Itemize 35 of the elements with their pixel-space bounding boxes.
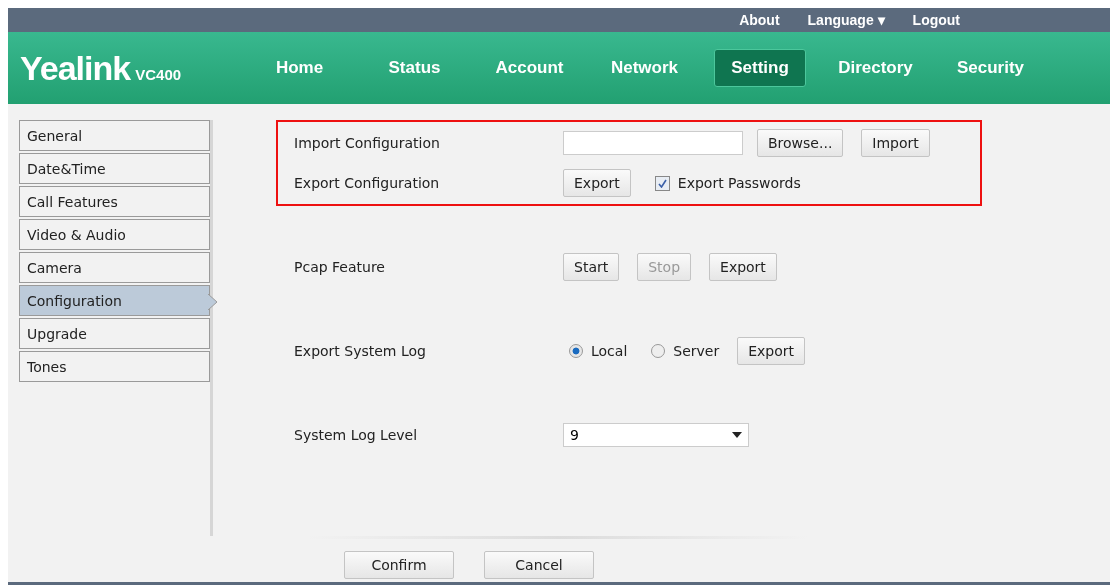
top-link[interactable]: About xyxy=(739,12,780,28)
pointer-icon xyxy=(208,294,218,310)
checkbox-label: Export Passwords xyxy=(677,175,801,191)
radio-label: Local xyxy=(591,343,628,359)
setting-label: Export Configuration xyxy=(294,175,441,191)
action-button[interactable]: Import xyxy=(861,129,930,157)
action-button[interactable]: Export xyxy=(709,253,777,281)
sidebar-item[interactable]: Tones xyxy=(19,351,210,382)
footer-button[interactable]: Cancel xyxy=(484,551,594,579)
setting-label: Pcap Feature xyxy=(294,259,386,275)
top-link[interactable]: Logout xyxy=(912,12,960,28)
checkbox[interactable] xyxy=(654,175,670,191)
nav-tab[interactable]: Setting xyxy=(714,49,806,87)
action-button[interactable]: Browse... xyxy=(757,129,844,157)
setting-label: Export System Log xyxy=(294,343,427,359)
file-path-field[interactable] xyxy=(563,131,743,155)
radio-button[interactable] xyxy=(569,344,583,358)
radio-label: Server xyxy=(673,343,720,359)
action-button[interactable]: Export xyxy=(563,169,631,197)
sidebar-item[interactable]: Video & Audio xyxy=(19,219,210,250)
sidebar-item[interactable]: Call Features xyxy=(19,186,210,217)
setting-label: System Log Level xyxy=(294,427,419,443)
footer-button[interactable]: Confirm xyxy=(344,551,454,579)
action-button[interactable]: Export xyxy=(737,337,806,365)
top-link[interactable]: Language ▾ xyxy=(807,12,885,28)
sidebar-item[interactable]: Camera xyxy=(19,252,210,283)
sidebar-item[interactable]: Upgrade xyxy=(19,318,210,349)
action-button[interactable]: Start xyxy=(563,253,620,281)
sidebar-item[interactable]: Date&Time xyxy=(19,153,210,184)
caret-icon xyxy=(732,432,742,438)
setting-label: Import Configuration xyxy=(294,135,441,151)
log-level-select[interactable]: 9 xyxy=(563,423,749,447)
logo: Yealink VC400 xyxy=(20,48,183,88)
radio-button[interactable] xyxy=(651,344,666,358)
sidebar-item[interactable]: General xyxy=(19,120,210,151)
